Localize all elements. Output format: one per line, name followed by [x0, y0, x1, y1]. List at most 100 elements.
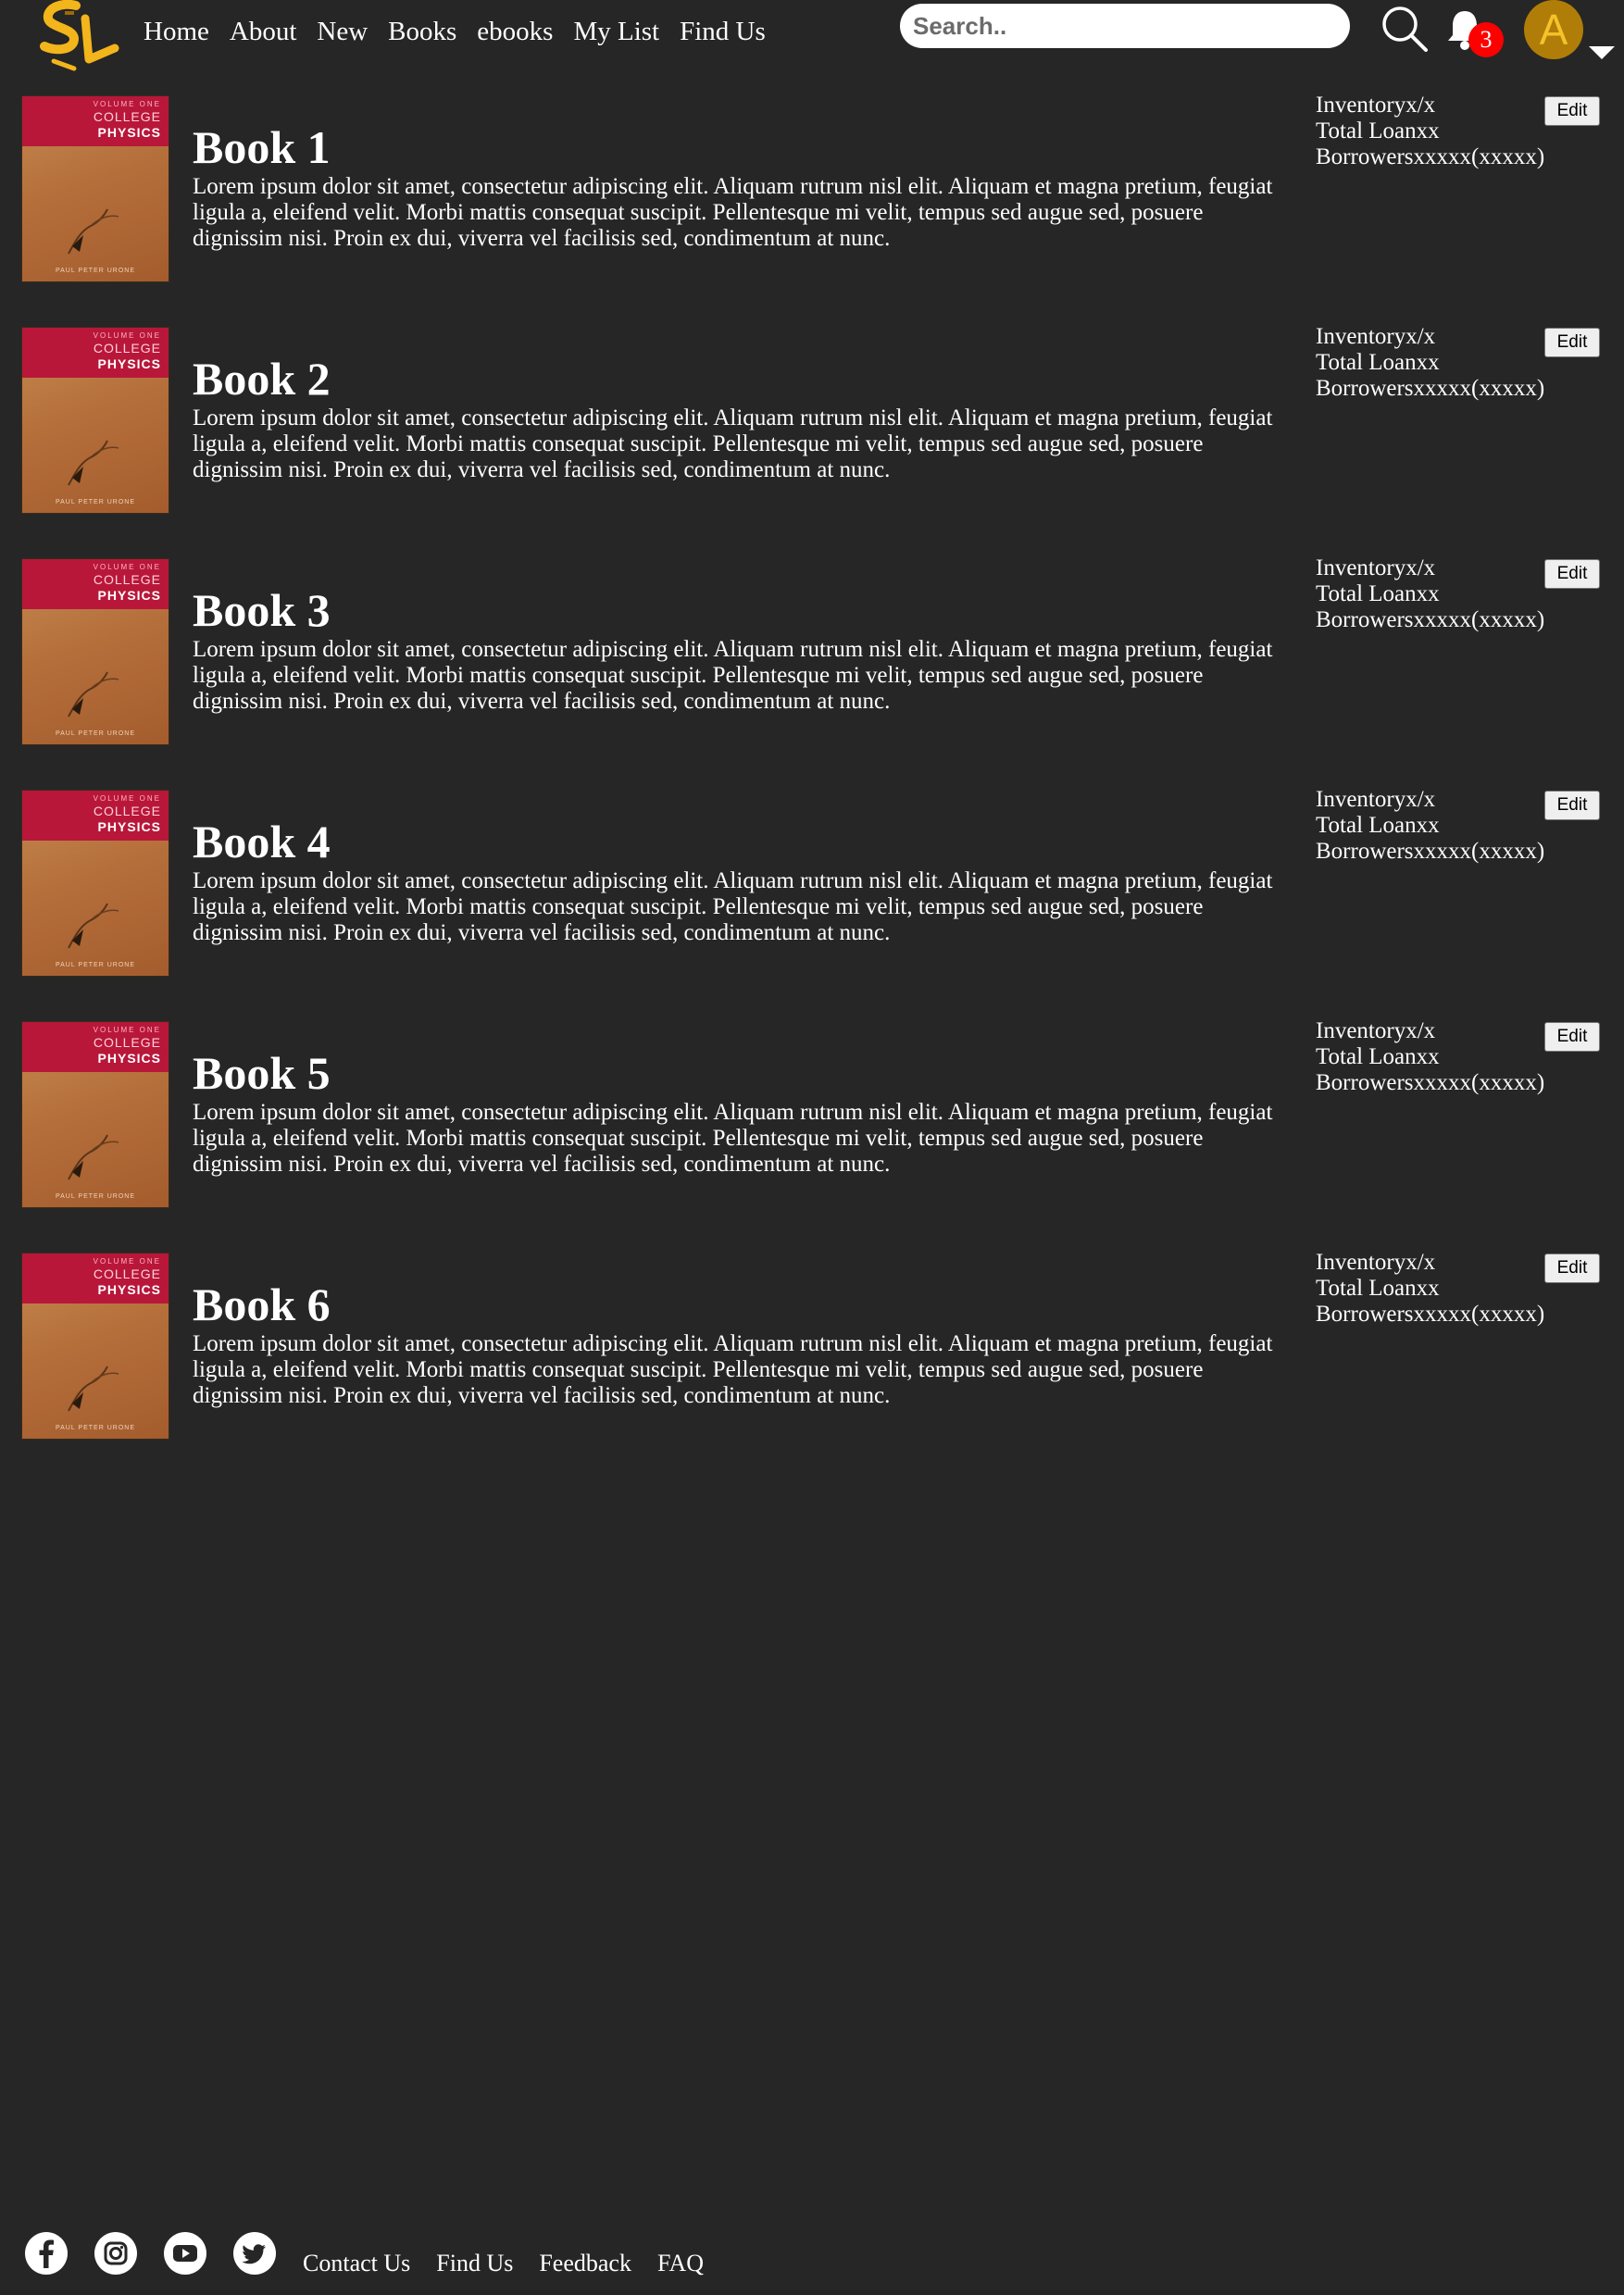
cover-physics: PHYSICS [97, 1282, 161, 1297]
cover-figure [68, 671, 119, 717]
instagram-link[interactable] [94, 2231, 138, 2276]
book-stats: Inventoryx/x Total Loanxx Borrowersxxxxx… [1316, 93, 1544, 170]
book-item: VOLUME ONE COLLEGE PHYSICS PAUL PETER UR… [0, 324, 1624, 518]
cover-volume: VOLUME ONE [93, 563, 161, 571]
book-stats: Inventoryx/x Total Loanxx Borrowersxxxxx… [1316, 324, 1544, 402]
avatar-letter: A [1539, 6, 1568, 54]
footer-link-feedback[interactable]: Feedback [539, 2250, 631, 2277]
search-button[interactable] [1380, 4, 1430, 54]
nav-ebooks[interactable]: ebooks [477, 17, 553, 47]
total-loan-stat: Total Loanxx [1316, 1276, 1440, 1301]
book-description: Lorem ipsum dolor sit amet, consectetur … [193, 637, 1273, 714]
inventory-stat: Inventoryx/x [1316, 1250, 1436, 1275]
cover-figure [68, 208, 119, 255]
notification-badge: 3 [1468, 22, 1504, 57]
book-title[interactable]: Book 2 [193, 352, 331, 405]
instagram-icon [94, 2232, 137, 2275]
cover-author: PAUL PETER URONE [55, 1193, 135, 1200]
footer-link-find-us[interactable]: Find Us [436, 2250, 513, 2277]
book-stats: Inventoryx/x Total Loanxx Borrowersxxxxx… [1316, 1018, 1544, 1096]
cover-author: PAUL PETER URONE [55, 499, 135, 505]
book-cover[interactable]: VOLUME ONE COLLEGE PHYSICS PAUL PETER UR… [22, 791, 169, 976]
cover-college: COLLEGE [93, 572, 161, 587]
book-cover[interactable]: VOLUME ONE COLLEGE PHYSICS PAUL PETER UR… [22, 1254, 169, 1439]
book-description: Lorem ipsum dolor sit amet, consectetur … [193, 1100, 1273, 1177]
book-cover[interactable]: VOLUME ONE COLLEGE PHYSICS PAUL PETER UR… [22, 328, 169, 513]
book-stats: Inventoryx/x Total Loanxx Borrowersxxxxx… [1316, 787, 1544, 865]
inventory-stat: Inventoryx/x [1316, 93, 1436, 118]
book-description: Lorem ipsum dolor sit amet, consectetur … [193, 174, 1273, 251]
edit-button[interactable]: Edit [1544, 559, 1600, 589]
cover-physics: PHYSICS [97, 819, 161, 834]
cover-college: COLLEGE [93, 804, 161, 818]
edit-button[interactable]: Edit [1544, 96, 1600, 126]
book-item: VOLUME ONE COLLEGE PHYSICS PAUL PETER UR… [0, 93, 1624, 286]
youtube-link[interactable] [163, 2231, 207, 2276]
nav-about[interactable]: About [230, 17, 297, 47]
inventory-stat: Inventoryx/x [1316, 787, 1436, 812]
inventory-stat: Inventoryx/x [1316, 1018, 1436, 1043]
site-logo[interactable] [37, 0, 120, 74]
nav-home[interactable]: Home [144, 17, 209, 47]
book-item: VOLUME ONE COLLEGE PHYSICS PAUL PETER UR… [0, 1250, 1624, 1443]
search-icon [1382, 6, 1428, 52]
total-loan-stat: Total Loanxx [1316, 1044, 1440, 1069]
edit-button[interactable]: Edit [1544, 791, 1600, 820]
cover-physics: PHYSICS [97, 588, 161, 603]
book-stats: Inventoryx/x Total Loanxx Borrowersxxxxx… [1316, 555, 1544, 633]
cover-college: COLLEGE [93, 1035, 161, 1050]
nav-new[interactable]: New [317, 17, 368, 47]
cover-college: COLLEGE [93, 341, 161, 355]
borrowers-stat: Borrowersxxxxx(xxxxx) [1316, 376, 1545, 401]
book-stats: Inventoryx/x Total Loanxx Borrowersxxxxx… [1316, 1250, 1544, 1328]
facebook-link[interactable] [24, 2231, 69, 2276]
inventory-stat: Inventoryx/x [1316, 555, 1436, 580]
footer: Contact Us Find Us Feedback FAQ [0, 2226, 1624, 2295]
header: Home About New Books ebooks My List Find… [0, 0, 1624, 74]
cover-physics: PHYSICS [97, 1051, 161, 1066]
edit-button[interactable]: Edit [1544, 1022, 1600, 1052]
book-item: VOLUME ONE COLLEGE PHYSICS PAUL PETER UR… [0, 787, 1624, 980]
borrowers-stat: Borrowersxxxxx(xxxxx) [1316, 839, 1545, 864]
book-cover[interactable]: VOLUME ONE COLLEGE PHYSICS PAUL PETER UR… [22, 559, 169, 744]
book-description: Lorem ipsum dolor sit amet, consectetur … [193, 1331, 1273, 1408]
twitter-link[interactable] [232, 2231, 277, 2276]
cover-author: PAUL PETER URONE [55, 1425, 135, 1431]
cover-physics: PHYSICS [97, 125, 161, 140]
book-description: Lorem ipsum dolor sit amet, consectetur … [193, 868, 1273, 945]
footer-links: Contact Us Find Us Feedback FAQ [303, 2250, 704, 2277]
edit-button[interactable]: Edit [1544, 1254, 1600, 1283]
avatar[interactable]: A [1524, 0, 1583, 59]
cover-author: PAUL PETER URONE [55, 730, 135, 737]
borrowers-stat: Borrowersxxxxx(xxxxx) [1316, 1070, 1545, 1095]
book-cover[interactable]: VOLUME ONE COLLEGE PHYSICS PAUL PETER UR… [22, 96, 169, 281]
book-cover[interactable]: VOLUME ONE COLLEGE PHYSICS PAUL PETER UR… [22, 1022, 169, 1207]
cover-figure [68, 903, 119, 949]
total-loan-stat: Total Loanxx [1316, 813, 1440, 838]
book-title[interactable]: Book 5 [193, 1046, 331, 1100]
nav-find-us[interactable]: Find Us [680, 17, 766, 47]
book-title[interactable]: Book 4 [193, 815, 331, 868]
nav-books[interactable]: Books [388, 17, 456, 47]
book-title[interactable]: Book 3 [193, 583, 331, 637]
footer-link-faq[interactable]: FAQ [657, 2250, 704, 2277]
book-title[interactable]: Book 1 [193, 120, 331, 174]
cover-author: PAUL PETER URONE [55, 268, 135, 274]
footer-link-contact-us[interactable]: Contact Us [303, 2250, 410, 2277]
book-description: Lorem ipsum dolor sit amet, consectetur … [193, 405, 1273, 482]
book-title[interactable]: Book 6 [193, 1278, 331, 1331]
search-input[interactable] [900, 4, 1350, 48]
cover-author: PAUL PETER URONE [55, 962, 135, 968]
nav-my-list[interactable]: My List [573, 17, 659, 47]
inventory-stat: Inventoryx/x [1316, 324, 1436, 349]
edit-button[interactable]: Edit [1544, 328, 1600, 357]
logo-icon [40, 0, 119, 71]
cover-volume: VOLUME ONE [93, 1026, 161, 1034]
total-loan-stat: Total Loanxx [1316, 118, 1440, 143]
twitter-icon [233, 2232, 276, 2275]
profile-menu-toggle[interactable] [1587, 44, 1617, 61]
cover-college: COLLEGE [93, 109, 161, 124]
main-nav: Home About New Books ebooks My List Find… [144, 17, 766, 47]
cover-volume: VOLUME ONE [93, 331, 161, 340]
cover-figure [68, 440, 119, 486]
